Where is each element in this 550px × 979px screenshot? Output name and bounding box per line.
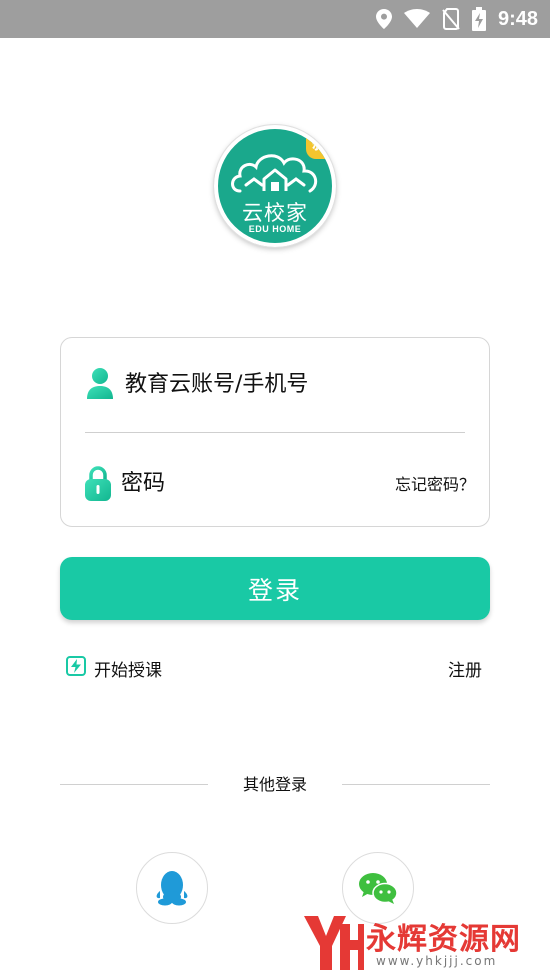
logo-name-en: EDU HOME bbox=[248, 224, 302, 234]
register-link[interactable]: 注册 bbox=[448, 655, 482, 681]
watermark-text: 永辉资源网 bbox=[366, 922, 521, 957]
login-button[interactable]: 登录 bbox=[60, 557, 490, 620]
forgot-password-link[interactable]: 忘记密码？ bbox=[395, 471, 475, 495]
login-form: 忘记密码？ bbox=[60, 337, 490, 527]
app-logo: 新 云校家 EDU HOME bbox=[213, 124, 337, 248]
account-field[interactable] bbox=[85, 354, 465, 414]
status-time: 9:48 bbox=[497, 7, 538, 30]
no-sim-icon bbox=[442, 8, 460, 30]
divider-line-right bbox=[342, 784, 490, 785]
password-field[interactable]: 忘记密码？ bbox=[85, 453, 475, 513]
site-watermark: 永辉资源网 www.yhkjjj.com bbox=[300, 908, 540, 974]
battery-charging-icon bbox=[471, 7, 486, 31]
status-bar: 9:48 bbox=[0, 0, 550, 38]
wifi-icon bbox=[403, 9, 430, 29]
status-icons: 9:48 bbox=[375, 0, 538, 38]
wechat-icon bbox=[359, 873, 398, 904]
lock-icon bbox=[85, 465, 111, 501]
lightning-icon bbox=[66, 655, 86, 681]
qq-penguin-icon bbox=[156, 871, 188, 906]
cloud-house-icon bbox=[231, 154, 318, 193]
qq-login-button[interactable] bbox=[136, 852, 208, 924]
password-input[interactable] bbox=[121, 470, 395, 496]
other-login-label: 其他登录 bbox=[242, 775, 307, 794]
user-icon bbox=[85, 366, 115, 402]
watermark-logo-icon bbox=[304, 916, 364, 970]
start-teaching-label: 开始授课 bbox=[94, 660, 162, 681]
other-login-divider: 其他登录 bbox=[60, 773, 490, 797]
form-divider bbox=[85, 432, 465, 433]
start-teaching-link[interactable]: 开始授课 bbox=[66, 655, 162, 681]
watermark-url: www.yhkjjj.com bbox=[376, 954, 498, 968]
location-icon bbox=[375, 9, 392, 29]
account-input[interactable] bbox=[125, 371, 465, 397]
logo-name-cn: 云校家 bbox=[242, 201, 308, 225]
